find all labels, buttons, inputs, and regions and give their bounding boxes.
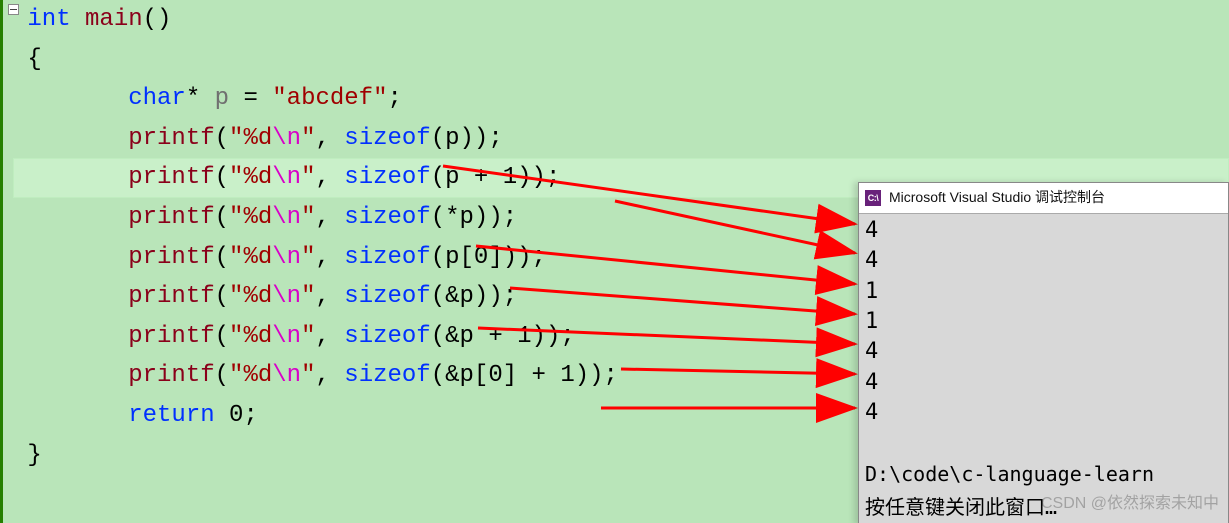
- escape: \n: [272, 164, 301, 191]
- str-end: ": [301, 244, 315, 271]
- str-end: ": [301, 283, 315, 310]
- code-line-4: printf("%d\n", sizeof(p));: [13, 119, 1229, 159]
- fn-printf: printf: [128, 362, 214, 389]
- paren: (: [215, 204, 229, 231]
- brace-close: }: [27, 442, 41, 469]
- indent: [13, 85, 128, 112]
- console-output-line: 4: [865, 246, 1222, 276]
- fn-printf: printf: [128, 283, 214, 310]
- str-fmt: "%d: [229, 164, 272, 191]
- vs-console-icon: C:\: [865, 190, 881, 206]
- keyword-char: char: [128, 85, 186, 112]
- escape: \n: [272, 244, 301, 271]
- brace-open: {: [27, 46, 41, 73]
- indent: [13, 244, 128, 271]
- equals: =: [229, 85, 272, 112]
- fold-icon[interactable]: [6, 3, 20, 15]
- args: (&p[0] + 1));: [431, 362, 618, 389]
- fn-printf: printf: [128, 204, 214, 231]
- console-window[interactable]: C:\ Microsoft Visual Studio 调试控制台 441144…: [858, 182, 1229, 523]
- args: (&p));: [431, 283, 517, 310]
- console-press-any-key: 按任意键关闭此窗口…: [865, 491, 1222, 523]
- keyword-sizeof: sizeof: [344, 125, 430, 152]
- keyword-sizeof: sizeof: [344, 244, 430, 271]
- console-output-line: 4: [865, 368, 1222, 398]
- keyword-sizeof: sizeof: [344, 204, 430, 231]
- fn-printf: printf: [128, 323, 214, 350]
- console-path: D:\code\c-language-learn: [865, 458, 1222, 491]
- str-fmt: "%d: [229, 204, 272, 231]
- str-end: ": [301, 362, 315, 389]
- paren: (: [215, 283, 229, 310]
- comma: ,: [315, 283, 344, 310]
- paren: (: [215, 125, 229, 152]
- fn-main: main: [71, 6, 143, 33]
- keyword-sizeof: sizeof: [344, 362, 430, 389]
- code-line-1: int main(): [13, 0, 1229, 40]
- args: (p));: [431, 125, 503, 152]
- return-val: 0;: [215, 402, 258, 429]
- str-end: ": [301, 323, 315, 350]
- indent: [13, 204, 128, 231]
- paren: (: [215, 362, 229, 389]
- fn-printf: printf: [128, 244, 214, 271]
- indent: [13, 125, 128, 152]
- args: (*p));: [431, 204, 517, 231]
- console-titlebar[interactable]: C:\ Microsoft Visual Studio 调试控制台: [859, 183, 1228, 214]
- fn-printf: printf: [128, 125, 214, 152]
- indent: [13, 323, 128, 350]
- str-fmt: "%d: [229, 244, 272, 271]
- indent: [13, 362, 128, 389]
- escape: \n: [272, 362, 301, 389]
- args: (p[0]));: [431, 244, 546, 271]
- comma: ,: [315, 244, 344, 271]
- console-output-line: 4: [865, 216, 1222, 246]
- parens: (): [143, 6, 172, 33]
- paren: (: [215, 244, 229, 271]
- str-fmt: "%d: [229, 125, 272, 152]
- comma: ,: [315, 362, 344, 389]
- args: (&p + 1));: [431, 323, 575, 350]
- var-p: p: [215, 85, 229, 112]
- code-line-3: char* p = "abcdef";: [13, 79, 1229, 119]
- string-abcdef: "abcdef": [272, 85, 387, 112]
- escape: \n: [272, 323, 301, 350]
- escape: \n: [272, 283, 301, 310]
- args: (p + 1));: [431, 164, 561, 191]
- indent: [13, 402, 128, 429]
- console-output-line: 1: [865, 277, 1222, 307]
- console-output-line: 4: [865, 398, 1222, 428]
- indent: [13, 164, 128, 191]
- comma: ,: [315, 323, 344, 350]
- console-body: 4411444: [859, 214, 1228, 431]
- console-output-line: 4: [865, 337, 1222, 367]
- semicolon: ;: [387, 85, 401, 112]
- str-end: ": [301, 125, 315, 152]
- str-fmt: "%d: [229, 362, 272, 389]
- paren: (: [215, 164, 229, 191]
- str-fmt: "%d: [229, 283, 272, 310]
- keyword-sizeof: sizeof: [344, 323, 430, 350]
- paren: (: [215, 323, 229, 350]
- keyword-sizeof: sizeof: [344, 283, 430, 310]
- escape: \n: [272, 125, 301, 152]
- console-footer: D:\code\c-language-learn 按任意键关闭此窗口…: [865, 458, 1222, 523]
- star: *: [186, 85, 215, 112]
- code-line-2: {: [13, 40, 1229, 80]
- fn-printf: printf: [128, 164, 214, 191]
- str-fmt: "%d: [229, 323, 272, 350]
- comma: ,: [315, 204, 344, 231]
- keyword-sizeof: sizeof: [344, 164, 430, 191]
- str-end: ": [301, 204, 315, 231]
- str-end: ": [301, 164, 315, 191]
- screenshot-stage: int main() { char* p = "abcdef"; printf(…: [0, 0, 1229, 523]
- escape: \n: [272, 204, 301, 231]
- comma: ,: [315, 164, 344, 191]
- comma: ,: [315, 125, 344, 152]
- console-title: Microsoft Visual Studio 调试控制台: [889, 186, 1105, 209]
- indent: [13, 283, 128, 310]
- console-output-line: 1: [865, 307, 1222, 337]
- keyword-return: return: [128, 402, 214, 429]
- keyword-int: int: [27, 6, 70, 33]
